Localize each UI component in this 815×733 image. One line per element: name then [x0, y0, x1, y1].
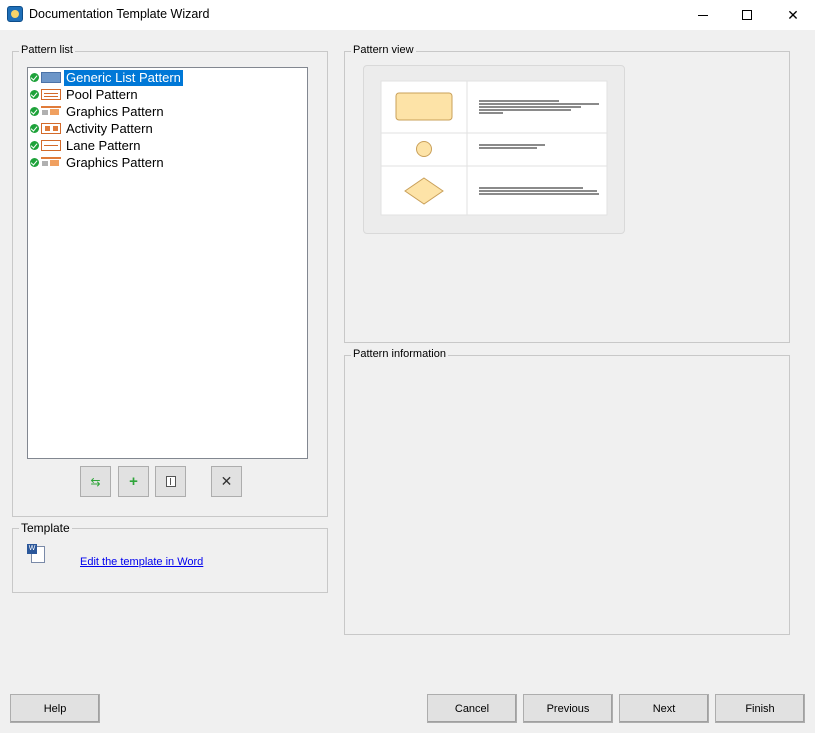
next-button[interactable]: Next	[619, 694, 709, 723]
list-item[interactable]: Graphics Pattern	[30, 154, 166, 171]
pool-pattern-icon	[41, 89, 61, 100]
graphics-pattern-icon	[41, 157, 61, 168]
list-item-label: Generic List Pattern	[64, 69, 183, 86]
list-item-label: Pool Pattern	[66, 86, 138, 102]
list-item[interactable]: Graphics Pattern	[30, 103, 166, 120]
pattern-preview	[363, 65, 625, 234]
refresh-icon: ⇆	[90, 474, 101, 489]
edit-pattern-button[interactable]	[155, 466, 186, 497]
minimize-icon	[698, 14, 708, 16]
list-item-label: Lane Pattern	[66, 137, 141, 153]
check-icon	[30, 124, 39, 133]
list-item[interactable]: Generic List Pattern	[30, 69, 183, 86]
plus-icon: +	[129, 473, 138, 490]
graphics-pattern-icon	[41, 106, 61, 117]
pattern-information-group: Pattern information	[344, 348, 790, 635]
minimize-button[interactable]	[680, 0, 726, 30]
finish-button[interactable]: Finish	[715, 694, 805, 723]
check-icon	[30, 90, 39, 99]
template-label: Template	[19, 521, 72, 535]
pattern-list-label: Pattern list	[19, 44, 75, 56]
check-icon	[30, 141, 39, 150]
app-icon	[7, 6, 23, 22]
check-icon	[30, 158, 39, 167]
refresh-button[interactable]: ⇆	[80, 466, 111, 497]
pattern-preview-image	[380, 80, 608, 216]
pattern-information-label: Pattern information	[351, 348, 448, 360]
list-item[interactable]: Activity Pattern	[30, 120, 155, 137]
edit-icon	[165, 476, 176, 487]
check-icon	[30, 73, 39, 82]
close-icon: ✕	[787, 6, 799, 23]
help-button[interactable]: Help	[10, 694, 100, 723]
delete-pattern-button[interactable]: ✕	[211, 466, 242, 497]
check-icon	[30, 107, 39, 116]
lane-pattern-icon	[41, 140, 61, 151]
edit-template-link[interactable]: Edit the template in Word	[80, 556, 203, 568]
maximize-icon	[742, 10, 752, 20]
activity-pattern-icon	[41, 123, 61, 134]
cancel-button[interactable]: Cancel	[427, 694, 517, 723]
title-bar: Documentation Template Wizard ✕	[0, 0, 815, 30]
add-pattern-button[interactable]: +	[118, 466, 149, 497]
pattern-listbox[interactable]: Generic List Pattern Pool Pattern Graphi…	[27, 67, 308, 459]
maximize-button[interactable]	[724, 0, 770, 30]
pattern-view-label: Pattern view	[351, 44, 416, 56]
window-title: Documentation Template Wizard	[29, 7, 210, 21]
close-button[interactable]: ✕	[770, 0, 815, 30]
list-item[interactable]: Pool Pattern	[30, 86, 140, 103]
delete-icon: ✕	[220, 473, 233, 489]
list-item[interactable]: Lane Pattern	[30, 137, 142, 154]
list-pattern-icon	[41, 72, 61, 83]
list-item-label: Graphics Pattern	[66, 154, 164, 170]
list-item-label: Graphics Pattern	[66, 103, 164, 119]
list-item-label: Activity Pattern	[66, 120, 153, 136]
previous-button[interactable]: Previous	[523, 694, 613, 723]
word-document-icon: W	[27, 544, 47, 564]
